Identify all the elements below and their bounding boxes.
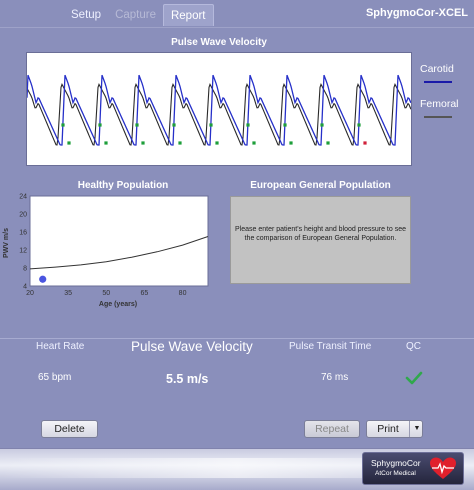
healthy-population-chart: 4812162024 20 35 50 65 80 PWV m/s Age (years…: [3, 194, 209, 308]
ptt-label: Pulse Transit Time: [289, 341, 372, 352]
repeat-button[interactable]: Repeat: [304, 420, 360, 438]
chart-plot-area: [29, 195, 209, 287]
y-tick-labels: 4812162024: [19, 194, 27, 291]
waveform-foot-marker: [215, 141, 219, 145]
waveform-foot-marker: [363, 141, 367, 145]
x-tick-label: 65: [141, 290, 149, 297]
legend-carotid-swatch: [424, 81, 452, 83]
pwv-panel-title: Pulse Wave Velocity: [171, 37, 267, 48]
x-tick-label: 20: [26, 290, 34, 297]
x-tick-label: 80: [179, 290, 187, 297]
heart-rate-label: Heart Rate: [36, 341, 85, 352]
european-population-message: Please enter patient's height and blood …: [234, 226, 406, 242]
waveform-foot-marker: [67, 141, 71, 145]
patient-data-point: [39, 275, 47, 283]
carotid-waveform: [27, 74, 411, 146]
y-tick-label: 16: [19, 230, 27, 237]
waveform-foot-marker: [326, 141, 330, 145]
x-tick-labels: 20 35 50 65 80: [26, 290, 186, 297]
waveform-foot-marker: [135, 123, 139, 127]
tab-capture[interactable]: Capture: [108, 4, 163, 26]
waveform-foot-marker: [178, 141, 182, 145]
legend-femoral: Femoral: [420, 98, 459, 110]
waveform-foot-marker: [283, 123, 287, 127]
waveform-foot-marker: [289, 141, 293, 145]
app-window: Setup Capture Report SphygmoCor-XCEL Pul…: [0, 0, 474, 490]
y-tick-label: 12: [19, 248, 27, 255]
top-bar: Setup Capture Report SphygmoCor-XCEL: [0, 0, 474, 28]
print-button[interactable]: Print: [367, 421, 410, 437]
x-axis-label: Age (years): [99, 301, 137, 308]
company-logo: SphygmoCor AtCor Medical: [362, 452, 464, 485]
waveform-svg: [27, 74, 411, 146]
tab-bar: Setup Capture Report: [64, 4, 214, 26]
x-tick-label: 35: [64, 290, 72, 297]
app-brand: SphygmoCor-XCEL: [365, 7, 468, 19]
x-tick-label: 50: [102, 290, 110, 297]
tab-setup[interactable]: Setup: [64, 4, 108, 26]
y-tick-label: 20: [19, 212, 27, 219]
pwv-result-label: Pulse Wave Velocity: [131, 339, 253, 354]
ptt-value: 76 ms: [321, 372, 349, 383]
qc-label: QC: [406, 341, 421, 352]
logo-text-company: AtCor Medical: [375, 470, 416, 477]
heart-rate-value: 65 bpm: [38, 372, 72, 383]
european-panel-title: European General Population: [250, 180, 391, 191]
logo-text-product: SphygmoCor: [371, 458, 421, 468]
y-tick-label: 8: [23, 266, 27, 273]
waveform-foot-marker: [104, 141, 108, 145]
waveform-foot-marker: [357, 123, 361, 127]
delete-button[interactable]: Delete: [41, 420, 98, 438]
waveform-foot-marker: [98, 123, 102, 127]
waveform-foot-marker: [172, 123, 176, 127]
waveform-foot-marker: [141, 141, 145, 145]
y-tick-label: 24: [19, 194, 27, 201]
y-axis-label: PWV m/s: [3, 228, 10, 258]
european-population-panel: Please enter patient's height and blood …: [230, 196, 411, 284]
legend-femoral-swatch: [424, 116, 452, 118]
pwv-waveform-chart: [26, 52, 412, 166]
waveform-foot-marker: [252, 141, 256, 145]
legend-carotid: Carotid: [420, 63, 454, 75]
waveform-foot-marker: [320, 123, 324, 127]
tab-report[interactable]: Report: [162, 4, 214, 26]
pwv-value: 5.5 m/s: [166, 372, 209, 386]
heart-logo-icon: [430, 457, 456, 479]
print-split-button[interactable]: Print ▼: [366, 420, 423, 438]
waveform-foot-marker: [246, 123, 250, 127]
print-dropdown-arrow-icon[interactable]: ▼: [411, 421, 423, 437]
waveform-foot-marker: [209, 123, 213, 127]
waveform-foot-marker: [61, 123, 65, 127]
check-icon: [405, 371, 423, 385]
